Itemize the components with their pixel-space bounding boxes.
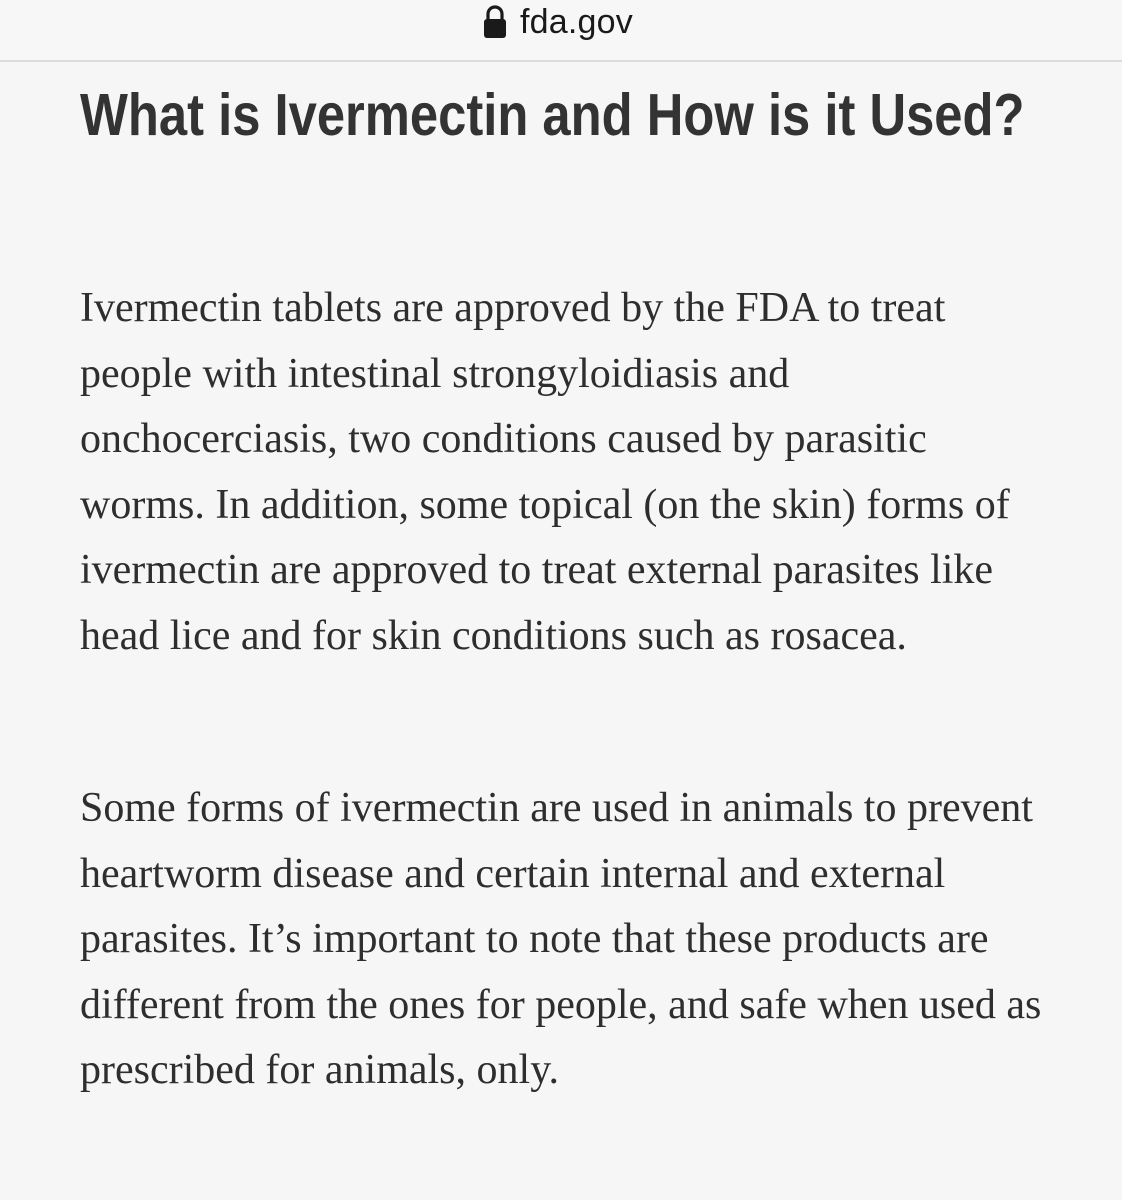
url-text[interactable]: fda.gov (520, 3, 633, 42)
lock-icon (480, 3, 510, 41)
browser-url-bar[interactable]: fda.gov (0, 0, 1122, 62)
article-heading: What is Ivermectin and How is it Used? (80, 82, 1025, 148)
address-display[interactable]: fda.gov (480, 2, 633, 42)
article-paragraph: Ivermectin tablets are approved by the F… (80, 285, 1010, 659)
article-paragraph: Some forms of ivermectin are used in ani… (80, 785, 1042, 1093)
article-content: What is Ivermectin and How is it Used? I… (80, 76, 1060, 1093)
